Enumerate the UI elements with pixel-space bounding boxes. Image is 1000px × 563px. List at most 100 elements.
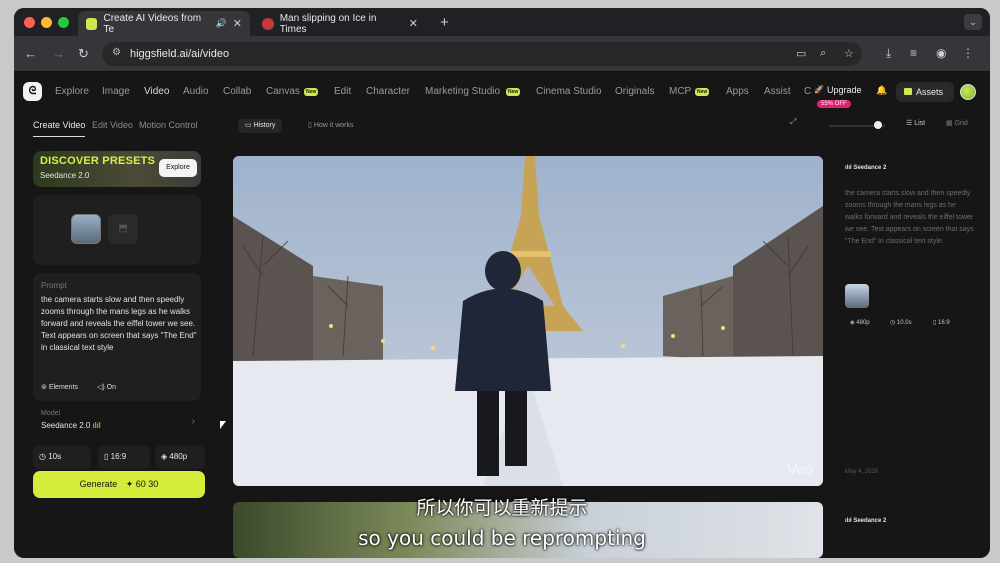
presets-subtitle: Seedance 2.0 [40, 171, 90, 180]
nav-image[interactable]: Image [102, 86, 130, 97]
zoom-icon[interactable]: ⌕ [820, 47, 826, 60]
notification-bell-icon[interactable]: 🔔 [876, 85, 887, 96]
download-icon[interactable]: ⤓ [886, 46, 891, 61]
tab-title: Man slipping on Ice in Times [279, 12, 377, 35]
nav-video[interactable]: Video [144, 86, 169, 97]
expand-icon[interactable]: ⤢ [790, 117, 796, 127]
grid-icon: ▦ [946, 120, 953, 127]
ratio-icon: ▯ [104, 452, 109, 461]
tab-edit-video[interactable]: Edit Video [92, 120, 133, 130]
tab-man-slipping[interactable]: Man slipping on Ice in Times ✕ [254, 11, 426, 36]
model-selector[interactable]: Model Seedance 2.0 ılıl › [33, 410, 201, 440]
resolution-icon: ◈ [850, 320, 855, 326]
prompt-label: Prompt [41, 281, 67, 290]
mouse-cursor-icon [220, 421, 226, 429]
reload-icon[interactable]: ↻ [78, 46, 89, 62]
prompt-textarea[interactable]: the camera starts slow and then speedly … [41, 294, 199, 354]
close-tab-icon[interactable]: ✕ [409, 17, 418, 30]
chevron-right-icon: › [191, 416, 195, 427]
list-view-button[interactable]: ☰ List [906, 119, 925, 127]
nav-edit[interactable]: Edit [334, 86, 351, 97]
higgsfield-favicon-icon [86, 17, 98, 30]
nav-mcp[interactable]: MCP [669, 86, 691, 97]
user-avatar[interactable] [960, 84, 976, 100]
reference-image-thumbnail[interactable] [71, 214, 101, 244]
higgsfield-logo[interactable]: ᘓ [23, 82, 42, 101]
address-bar[interactable]: ⚙ higgsfield.ai/ai/video ▭ ⌕ ☆ [102, 42, 862, 66]
audio-toggle[interactable]: ◁) On [97, 383, 116, 391]
resolution-selector[interactable]: ◈ 480p [155, 445, 205, 469]
tab-create-video[interactable]: Create Video [33, 120, 85, 130]
resolution-value: 480p [169, 452, 188, 461]
upgrade-button[interactable]: Upgrade [827, 85, 862, 95]
nav-assist[interactable]: Assist [764, 86, 791, 97]
tab-create-ai-videos[interactable]: Create AI Videos from Te 🔊 ✕ [78, 11, 250, 36]
image-placeholder-icon: ⬒ [118, 223, 128, 234]
nav-originals[interactable]: Originals [615, 86, 654, 97]
new-badge: New [304, 88, 319, 96]
tab-how-it-works[interactable]: ▯ How it works [308, 119, 354, 133]
bookmark-star-icon[interactable]: ☆ [844, 47, 854, 60]
generate-cost: 60 30 [135, 479, 159, 489]
new-badge: New [506, 88, 521, 96]
nav-character[interactable]: Character [366, 86, 410, 97]
image-upload-area[interactable]: ⬒ [33, 195, 201, 265]
aspect-ratio-selector[interactable]: ▯ 16:9 [98, 445, 150, 469]
tab-history[interactable]: ▭ History [238, 119, 283, 133]
site-info-icon[interactable]: ⚙ [112, 47, 124, 59]
result-reference-thumbnail[interactable] [845, 284, 869, 308]
close-tab-icon[interactable]: ✕ [233, 17, 242, 30]
nav-cinema-studio[interactable]: Cinema Studio [536, 86, 602, 97]
reading-list-icon[interactable]: ≡ [910, 46, 917, 60]
back-icon[interactable]: ← [24, 46, 37, 61]
new-badge: New [695, 88, 710, 96]
minimize-window-button[interactable] [41, 17, 52, 28]
clock-icon: ◷ [39, 452, 46, 461]
ratio-value: 16:9 [110, 452, 127, 461]
nav-collab[interactable]: Collab [223, 86, 251, 97]
app-navbar: ᘓ Explore Image Video Audio Collab Canva… [14, 73, 990, 111]
model-value: Seedance 2.0 ılıl [41, 421, 101, 430]
close-window-button[interactable] [24, 17, 35, 28]
browser-toolbar: ← → ↻ ⚙ higgsfield.ai/ai/video ▭ ⌕ ☆ ⤓ ≡… [14, 36, 990, 72]
grid-view-button[interactable]: ▦ Grid [946, 119, 968, 127]
explore-presets-button[interactable]: Explore [159, 159, 197, 177]
nav-apps[interactable]: Apps [726, 86, 749, 97]
elements-icon: ⊚ [41, 384, 47, 391]
rocket-icon: 🚀 [814, 85, 824, 94]
nav-explore[interactable]: Explore [55, 86, 89, 97]
generated-video-player[interactable]: Veo [233, 156, 823, 486]
nav-audio[interactable]: Audio [183, 86, 209, 97]
bars-icon: ılıl [845, 165, 852, 171]
nav-marketing-studio[interactable]: Marketing Studio [425, 86, 500, 97]
result-date: May 4, 2026 [845, 469, 879, 475]
folder-icon: ▭ [245, 122, 252, 129]
tab-search-icon[interactable]: ⌄ [964, 14, 982, 30]
model-name: Seedance 2.0 [41, 421, 91, 430]
prompt-box[interactable]: Prompt the camera starts slow and then s… [33, 273, 201, 401]
tab-motion-control[interactable]: Motion Control [139, 120, 198, 130]
forward-icon[interactable]: → [52, 46, 65, 61]
history-label: History [253, 122, 276, 129]
subtitle-line-english: so you could be reprompting [358, 526, 646, 550]
new-tab-icon[interactable]: + [440, 14, 449, 31]
browser-window: Create AI Videos from Te 🔊 ✕ Man slippin… [14, 8, 990, 558]
add-image-slot[interactable]: ⬒ [108, 214, 138, 244]
maximize-window-button[interactable] [58, 17, 69, 28]
discover-presets-banner[interactable]: DISCOVER PRESETS Seedance 2.0 Explore [33, 151, 201, 187]
profile-icon[interactable]: ◉ [936, 46, 946, 60]
cast-icon[interactable]: ▭ [796, 47, 806, 60]
active-tab-underline [33, 136, 85, 137]
browser-menu-icon[interactable]: ⋮ [962, 46, 974, 60]
assets-button[interactable]: Assets [896, 82, 954, 102]
result-ratio: ▯ 16:9 [933, 319, 950, 326]
elements-button[interactable]: ⊚ Elements [41, 383, 78, 391]
list-label: List [914, 120, 926, 127]
zoom-slider-handle[interactable] [874, 121, 882, 129]
nav-canvas[interactable]: Canvas [266, 86, 300, 97]
resolution-icon: ◈ [161, 452, 168, 461]
speaker-icon: 🔊 [215, 18, 227, 28]
duration-selector[interactable]: ◷ 10s [33, 445, 91, 469]
nav-truncated[interactable]: C [804, 86, 811, 97]
veo-watermark: Veo [787, 461, 813, 478]
